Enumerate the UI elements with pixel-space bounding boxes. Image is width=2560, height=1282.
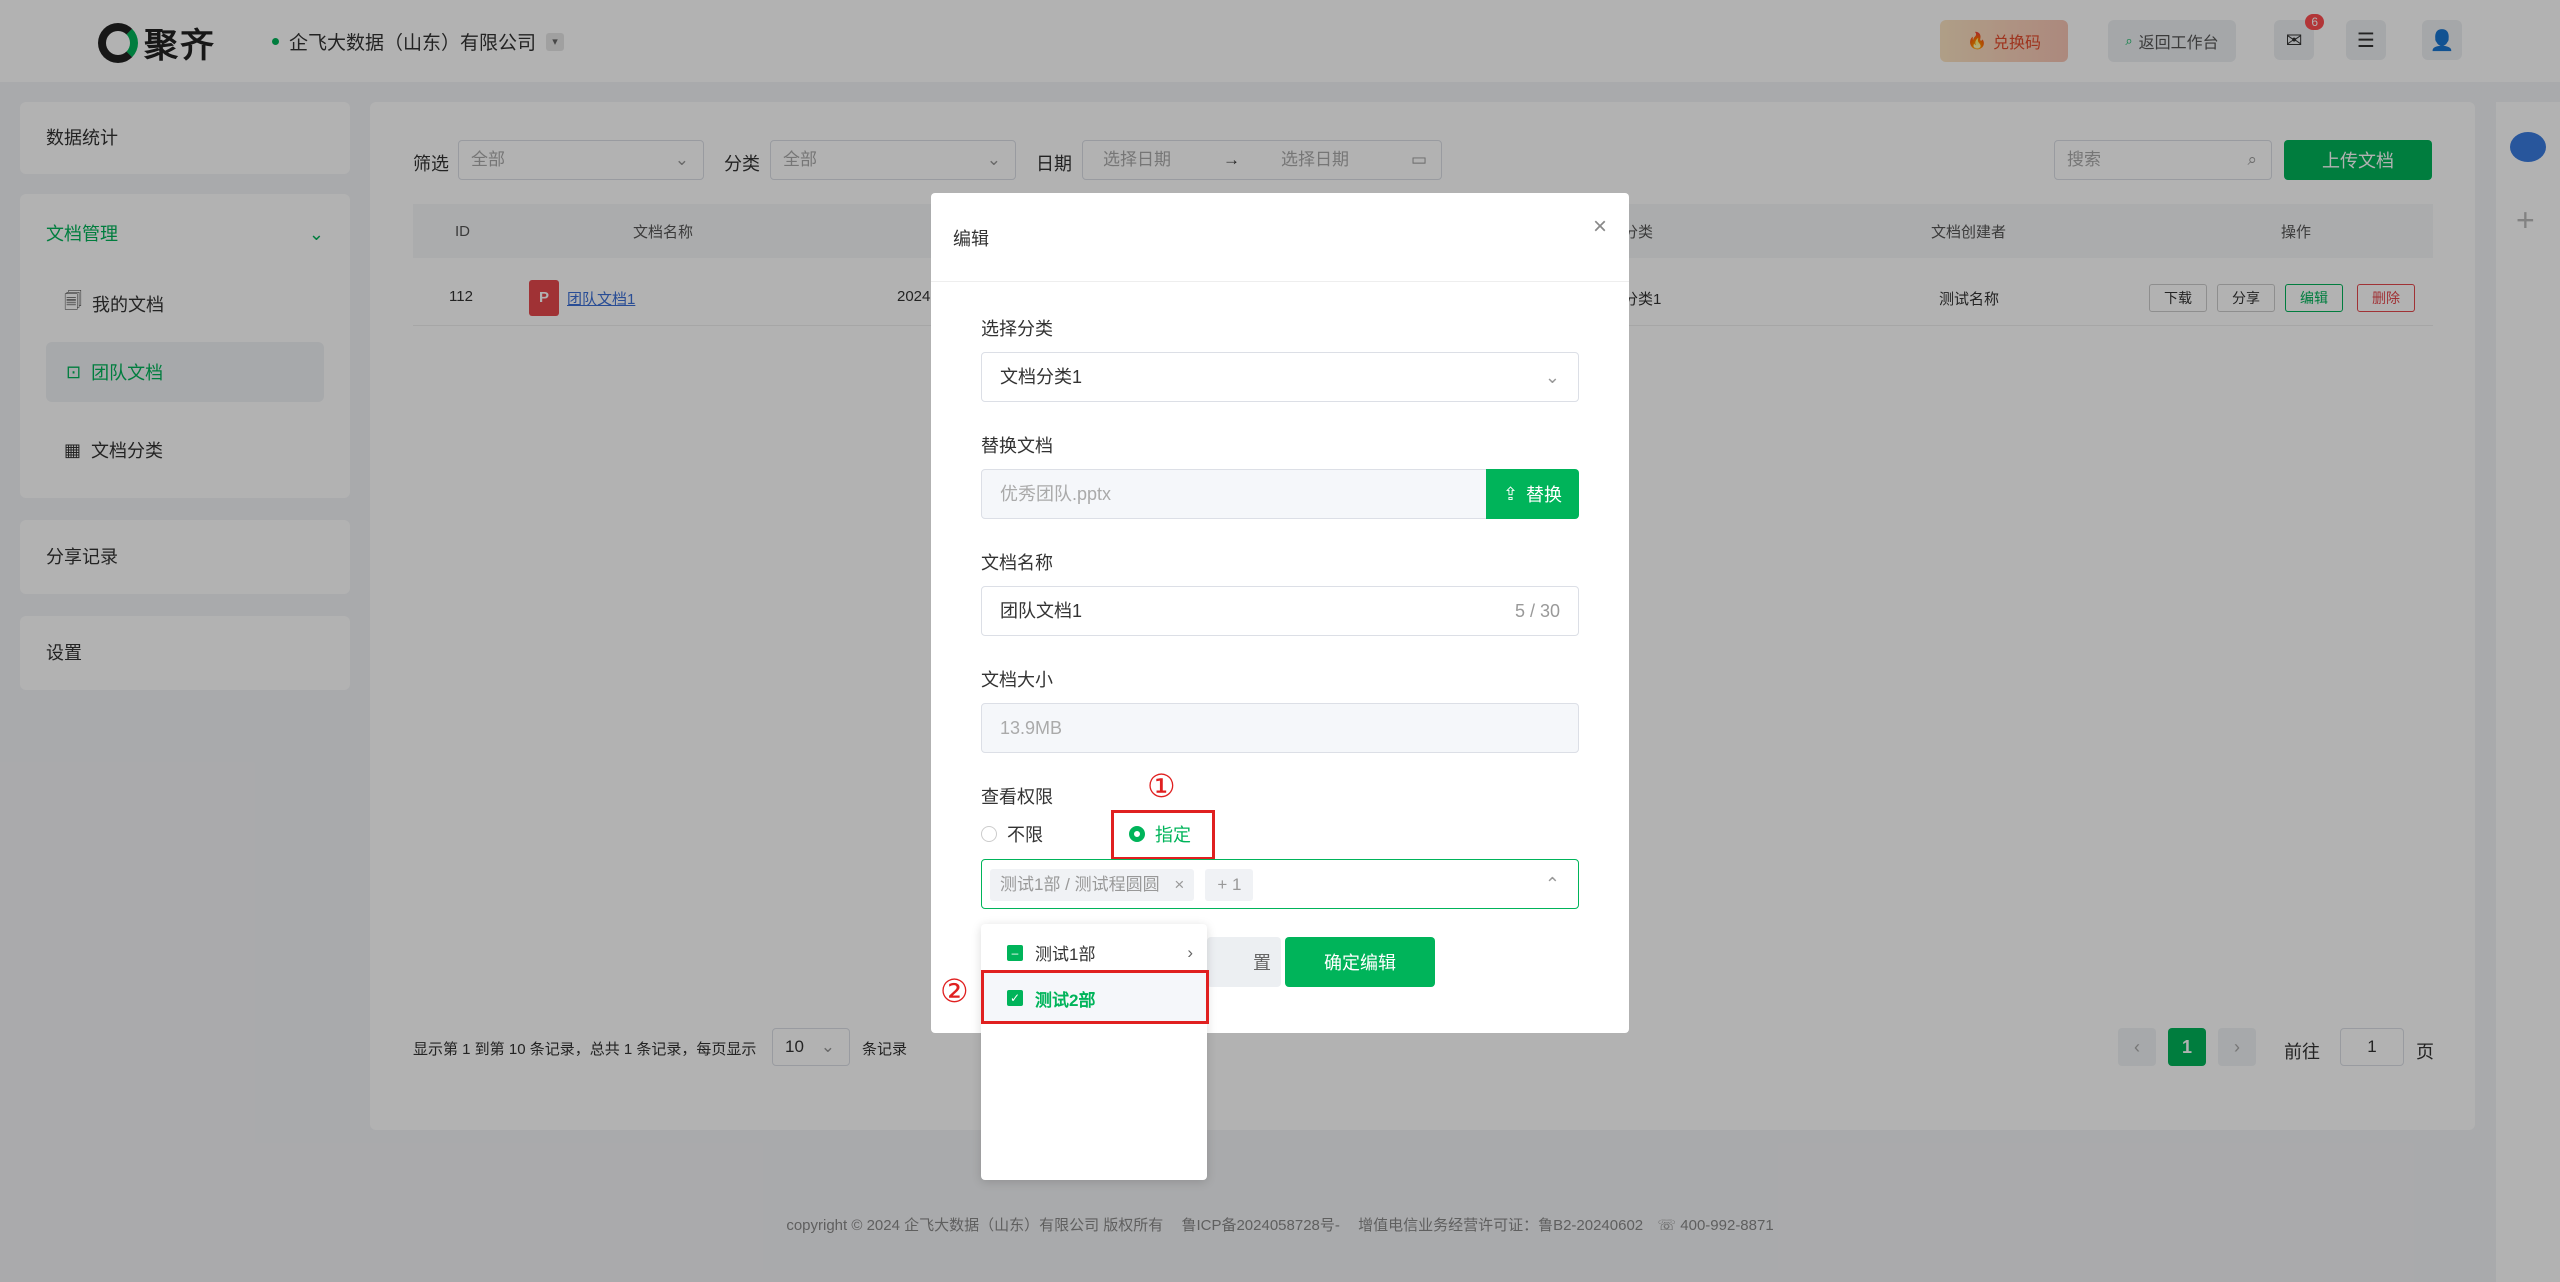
doc-name-value: 团队文档1 bbox=[1000, 601, 1083, 621]
close-icon[interactable]: × bbox=[1593, 213, 1607, 241]
dropdown-item-dept1[interactable]: – 测试1部 › bbox=[1007, 940, 1193, 965]
annotation-box-2 bbox=[981, 970, 1209, 1024]
doc-name-input[interactable]: 团队文档1 5 / 30 bbox=[981, 586, 1579, 636]
tag-label: 测试1部 / 测试程圆圆 bbox=[1000, 875, 1160, 894]
department-dropdown: – 测试1部 › ✓ 测试2部 bbox=[981, 924, 1207, 1180]
chevron-down-icon: ⌄ bbox=[1544, 367, 1560, 387]
annotation-mark-1: ① bbox=[1147, 768, 1176, 804]
confirm-label: 确定编辑 bbox=[1324, 953, 1396, 973]
divider bbox=[931, 281, 1629, 282]
annotation-box-1 bbox=[1111, 810, 1215, 860]
cancel-label: 置 bbox=[1253, 953, 1271, 973]
cancel-button[interactable]: 置 bbox=[1207, 937, 1281, 987]
doc-name-label: 文档名称 bbox=[981, 553, 1053, 573]
modal-title: 编辑 bbox=[953, 229, 989, 249]
category-label: 选择分类 bbox=[981, 319, 1053, 339]
annotation-mark-2: ② bbox=[940, 973, 969, 1009]
category-value: 文档分类1 bbox=[1000, 367, 1083, 387]
replace-button[interactable]: ⇪ 替换 bbox=[1486, 469, 1579, 519]
selected-tag: 测试1部 / 测试程圆圆 × bbox=[990, 869, 1195, 901]
tag-close-icon[interactable]: × bbox=[1174, 875, 1184, 894]
char-counter: 5 / 30 bbox=[1514, 601, 1560, 621]
radio-icon bbox=[981, 826, 997, 842]
radio-unlimited-label: 不限 bbox=[1007, 825, 1043, 845]
chevron-up-icon: ⌃ bbox=[1544, 874, 1560, 894]
doc-size-label: 文档大小 bbox=[981, 670, 1053, 690]
department-cascader[interactable]: 测试1部 / 测试程圆圆 × + 1 ⌃ bbox=[981, 859, 1579, 909]
upload-icon: ⇪ bbox=[1502, 483, 1519, 504]
replace-file-field: 优秀团队.pptx bbox=[981, 469, 1487, 519]
dept1-label: 测试1部 bbox=[1035, 945, 1096, 964]
confirm-edit-button[interactable]: 确定编辑 bbox=[1285, 937, 1435, 987]
category-select[interactable]: 文档分类1 ⌄ bbox=[981, 352, 1579, 402]
doc-size-field: 13.9MB bbox=[981, 703, 1579, 753]
replace-btn-label: 替换 bbox=[1526, 485, 1563, 505]
checkbox-indeterminate-icon[interactable]: – bbox=[1007, 944, 1023, 961]
permission-label: 查看权限 bbox=[981, 787, 1053, 807]
edit-modal: 编辑 × 选择分类 文档分类1 ⌄ 替换文档 优秀团队.pptx ⇪ 替换 文档… bbox=[931, 193, 1629, 1033]
radio-unlimited[interactable]: 不限 bbox=[981, 821, 1043, 847]
chevron-right-icon: › bbox=[1187, 942, 1193, 962]
replace-label: 替换文档 bbox=[981, 436, 1053, 456]
more-tag: + 1 bbox=[1205, 869, 1254, 901]
